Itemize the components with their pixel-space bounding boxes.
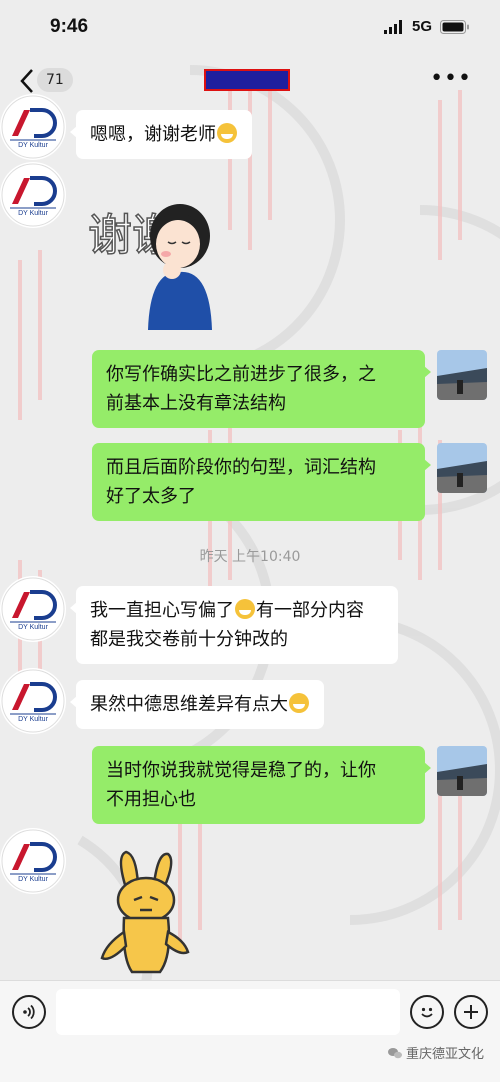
message-bubble-received[interactable]: 嗯嗯，谢谢老师 — [70, 110, 252, 159]
message-text: 我一直担心写偏了 — [90, 600, 234, 621]
source-label: 重庆德亚文化 — [405, 1047, 484, 1062]
chat-navbar: 71 ••• — [0, 56, 500, 106]
redacted-chat-title — [204, 69, 290, 91]
message-text: 有一部分内容 — [256, 600, 364, 621]
message-bubble-sent[interactable]: 你写作确实比之前进步了很多，之 前基本上没有章法结构 — [92, 350, 431, 428]
message-text: 都是我交卷前十分钟改的 — [90, 629, 288, 650]
my-avatar[interactable] — [437, 443, 487, 493]
unread-count-badge[interactable]: 71 — [37, 68, 73, 92]
message-text: 当时你说我就觉得是稳了的，让你 — [106, 760, 376, 781]
svg-text:DY Kultur: DY Kultur — [18, 210, 48, 217]
my-avatar[interactable] — [437, 350, 487, 400]
message-input-field[interactable] — [56, 989, 400, 1035]
status-indicators: 5G — [383, 18, 470, 35]
smiley-icon — [421, 1007, 433, 1018]
svg-text:DY Kultur: DY Kultur — [18, 142, 48, 149]
message-bubble-sent[interactable]: 当时你说我就觉得是稳了的，让你 不用担心也 — [92, 746, 431, 824]
tears-of-joy-emoji-icon — [289, 693, 309, 713]
signal-icon — [383, 19, 402, 34]
my-avatar[interactable] — [437, 746, 487, 796]
voice-toggle-button[interactable] — [12, 995, 46, 1029]
wechat-logo-icon — [387, 1047, 402, 1058]
grin-emoji-icon — [217, 123, 237, 143]
contact-avatar[interactable]: DY Kultur — [0, 162, 66, 228]
plus-icon — [464, 1005, 478, 1019]
svg-text:DY Kultur: DY Kultur — [18, 716, 48, 723]
message-text: 而且后面阶段你的句型，词汇结构 — [106, 457, 376, 478]
network-label: 5G — [411, 18, 432, 35]
message-bubble-received[interactable]: 我一直担心写偏了 有一部分内容 都是我交卷前十分钟改的 — [70, 586, 398, 664]
status-time: 9:46 — [50, 16, 89, 37]
message-text: 好了太多了 — [106, 486, 196, 507]
message-bubble-sent[interactable]: 而且后面阶段你的句型，词汇结构 好了太多了 — [92, 443, 431, 521]
message-input-bar: 重庆德亚文化 — [0, 980, 500, 1082]
message-text: 嗯嗯，谢谢老师 — [90, 124, 216, 145]
source-watermark: 重庆德亚文化 — [387, 1043, 484, 1062]
message-text: 不用担心也 — [106, 789, 196, 810]
battery-icon — [440, 19, 469, 34]
tears-of-joy-emoji-icon — [235, 599, 255, 619]
message-timestamp: 昨天 上午10:40 — [199, 549, 301, 565]
status-bar: 9:46 5G — [0, 0, 500, 56]
contact-avatar[interactable]: DY Kultur — [0, 828, 66, 894]
message-bubble-received[interactable]: 果然中德思维差异有点大 — [70, 680, 324, 729]
message-list[interactable]: DY Kultur 嗯嗯，谢谢老师 DY Kultur 谢谢 你写作确实比之前进… — [0, 94, 500, 980]
voice-icon — [23, 1004, 35, 1020]
contact-avatar[interactable]: DY Kultur — [0, 576, 66, 642]
more-options-icon[interactable]: ••• — [430, 68, 472, 90]
svg-text:DY Kultur: DY Kultur — [18, 876, 48, 883]
message-text: 你写作确实比之前进步了很多，之 — [106, 364, 376, 385]
contact-avatar[interactable]: DY Kultur — [0, 668, 66, 734]
message-text: 果然中德思维差异有点大 — [90, 694, 288, 715]
emoji-button[interactable] — [410, 995, 444, 1029]
more-functions-button[interactable] — [454, 995, 488, 1029]
rabbit-sticker[interactable] — [96, 848, 196, 978]
thanks-sticker[interactable]: 谢谢 — [82, 188, 222, 330]
message-text: 前基本上没有章法结构 — [106, 393, 286, 414]
svg-text:DY Kultur: DY Kultur — [18, 624, 48, 631]
